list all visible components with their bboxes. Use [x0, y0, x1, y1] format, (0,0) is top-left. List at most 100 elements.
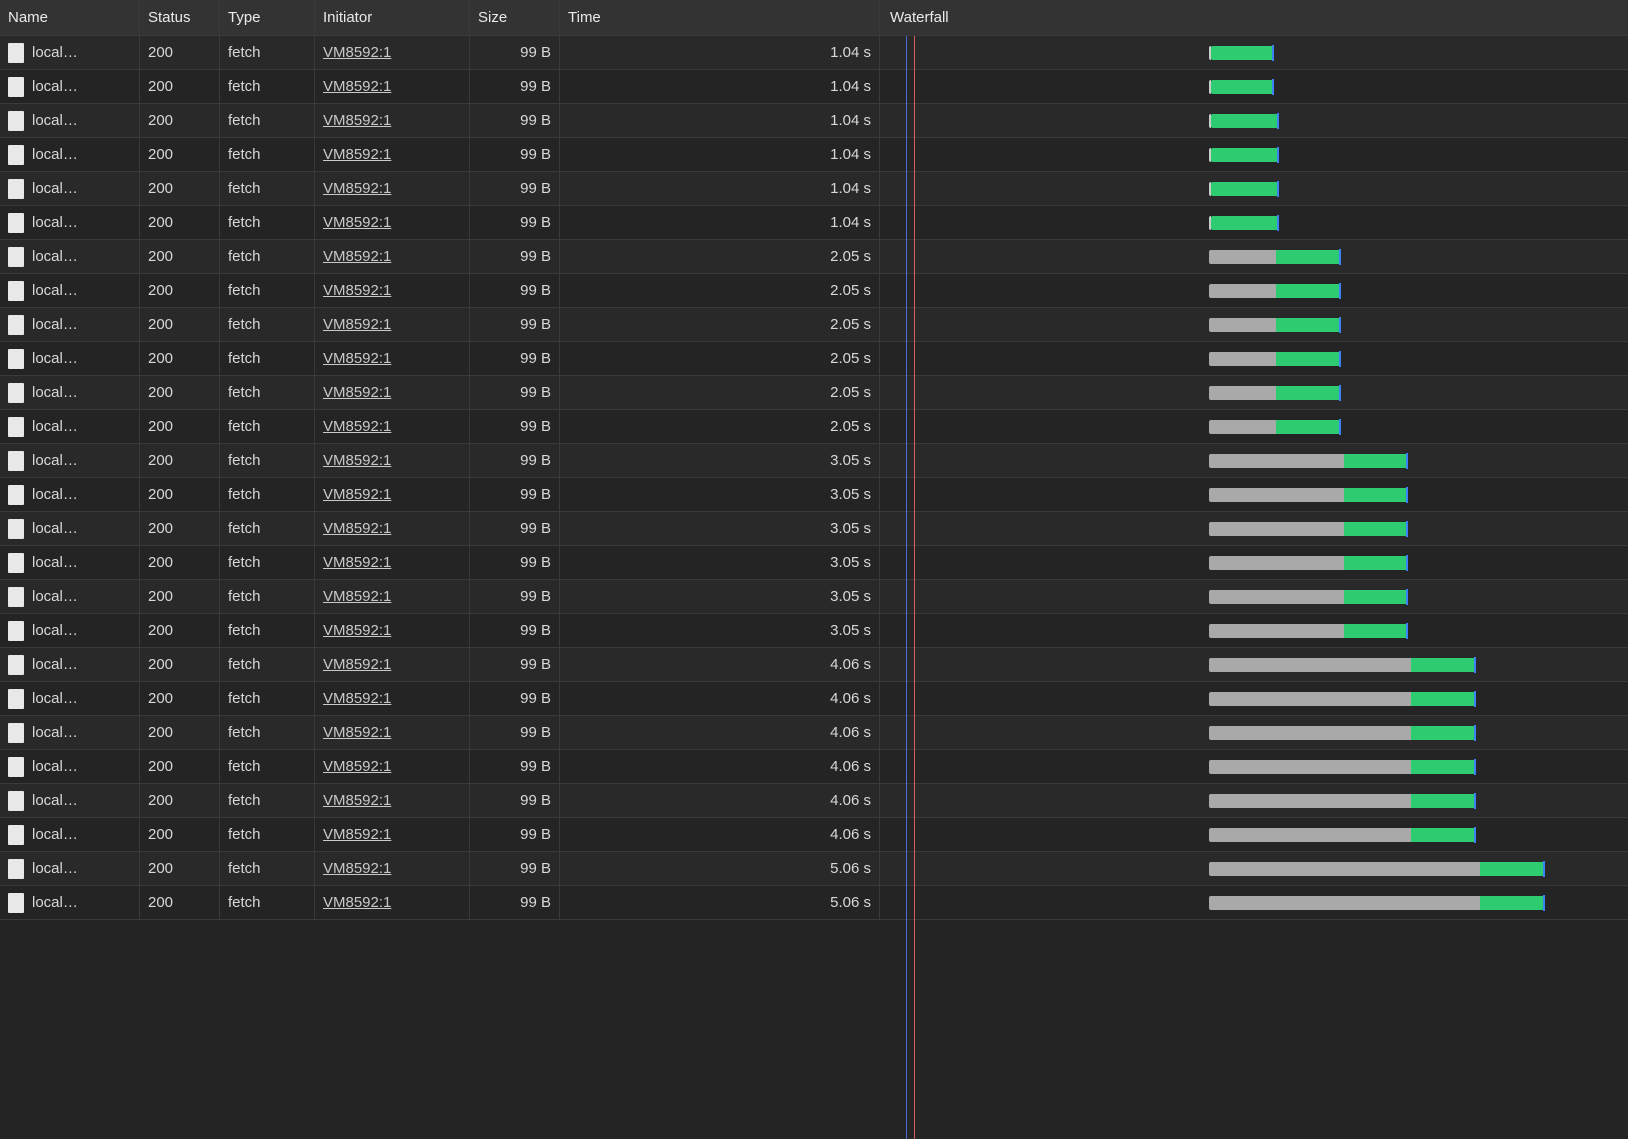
waterfall-bar[interactable]: [1209, 148, 1278, 162]
initiator-link[interactable]: VM8592:1: [323, 452, 391, 469]
waterfall-bar[interactable]: [1209, 692, 1475, 706]
initiator-link[interactable]: VM8592:1: [323, 588, 391, 605]
table-row[interactable]: local… 200 fetch VM8592:1 99 B 2.05 s: [0, 308, 1628, 342]
cell-name[interactable]: local…: [0, 852, 140, 885]
waterfall-bar[interactable]: [1209, 522, 1407, 536]
waterfall-bar[interactable]: [1209, 658, 1475, 672]
cell-name[interactable]: local…: [0, 784, 140, 817]
table-row[interactable]: local… 200 fetch VM8592:1 99 B 3.05 s: [0, 614, 1628, 648]
waterfall-bar[interactable]: [1209, 386, 1340, 400]
col-header-type[interactable]: Type: [220, 0, 315, 35]
cell-name[interactable]: local…: [0, 240, 140, 273]
waterfall-bar[interactable]: [1209, 284, 1340, 298]
cell-waterfall[interactable]: [880, 36, 1628, 69]
table-row[interactable]: local… 200 fetch VM8592:1 99 B 2.05 s: [0, 240, 1628, 274]
cell-name[interactable]: local…: [0, 716, 140, 749]
waterfall-bar[interactable]: [1209, 862, 1544, 876]
initiator-link[interactable]: VM8592:1: [323, 248, 391, 265]
col-header-waterfall[interactable]: Waterfall: [880, 0, 1628, 35]
waterfall-bar[interactable]: [1209, 80, 1273, 94]
col-header-time[interactable]: Time: [560, 0, 880, 35]
initiator-link[interactable]: VM8592:1: [323, 894, 391, 911]
cell-waterfall[interactable]: [880, 886, 1628, 919]
cell-name[interactable]: local…: [0, 614, 140, 647]
cell-waterfall[interactable]: [880, 376, 1628, 409]
waterfall-bar[interactable]: [1209, 250, 1340, 264]
table-row[interactable]: local… 200 fetch VM8592:1 99 B 2.05 s: [0, 274, 1628, 308]
initiator-link[interactable]: VM8592:1: [323, 44, 391, 61]
table-row[interactable]: local… 200 fetch VM8592:1 99 B 1.04 s: [0, 206, 1628, 240]
table-row[interactable]: local… 200 fetch VM8592:1 99 B 3.05 s: [0, 580, 1628, 614]
cell-name[interactable]: local…: [0, 682, 140, 715]
cell-waterfall[interactable]: [880, 716, 1628, 749]
table-row[interactable]: local… 200 fetch VM8592:1 99 B 2.05 s: [0, 342, 1628, 376]
cell-waterfall[interactable]: [880, 70, 1628, 103]
initiator-link[interactable]: VM8592:1: [323, 112, 391, 129]
waterfall-bar[interactable]: [1209, 760, 1475, 774]
initiator-link[interactable]: VM8592:1: [323, 180, 391, 197]
table-row[interactable]: local… 200 fetch VM8592:1 99 B 4.06 s: [0, 784, 1628, 818]
table-row[interactable]: local… 200 fetch VM8592:1 99 B 4.06 s: [0, 750, 1628, 784]
cell-name[interactable]: local…: [0, 376, 140, 409]
cell-waterfall[interactable]: [880, 648, 1628, 681]
cell-name[interactable]: local…: [0, 172, 140, 205]
cell-name[interactable]: local…: [0, 512, 140, 545]
initiator-link[interactable]: VM8592:1: [323, 860, 391, 877]
col-header-status[interactable]: Status: [140, 0, 220, 35]
cell-waterfall[interactable]: [880, 444, 1628, 477]
cell-waterfall[interactable]: [880, 512, 1628, 545]
cell-waterfall[interactable]: [880, 342, 1628, 375]
initiator-link[interactable]: VM8592:1: [323, 350, 391, 367]
cell-name[interactable]: local…: [0, 206, 140, 239]
waterfall-bar[interactable]: [1209, 556, 1407, 570]
cell-waterfall[interactable]: [880, 478, 1628, 511]
waterfall-bar[interactable]: [1209, 794, 1475, 808]
waterfall-bar[interactable]: [1209, 488, 1407, 502]
waterfall-bar[interactable]: [1209, 352, 1340, 366]
waterfall-bar[interactable]: [1209, 46, 1273, 60]
cell-waterfall[interactable]: [880, 580, 1628, 613]
cell-waterfall[interactable]: [880, 784, 1628, 817]
waterfall-bar[interactable]: [1209, 590, 1407, 604]
initiator-link[interactable]: VM8592:1: [323, 418, 391, 435]
table-row[interactable]: local… 200 fetch VM8592:1 99 B 5.06 s: [0, 852, 1628, 886]
cell-name[interactable]: local…: [0, 308, 140, 341]
initiator-link[interactable]: VM8592:1: [323, 826, 391, 843]
table-row[interactable]: local… 200 fetch VM8592:1 99 B 1.04 s: [0, 172, 1628, 206]
table-row[interactable]: local… 200 fetch VM8592:1 99 B 2.05 s: [0, 376, 1628, 410]
cell-waterfall[interactable]: [880, 104, 1628, 137]
initiator-link[interactable]: VM8592:1: [323, 282, 391, 299]
cell-waterfall[interactable]: [880, 172, 1628, 205]
table-row[interactable]: local… 200 fetch VM8592:1 99 B 1.04 s: [0, 70, 1628, 104]
table-row[interactable]: local… 200 fetch VM8592:1 99 B 2.05 s: [0, 410, 1628, 444]
cell-waterfall[interactable]: [880, 682, 1628, 715]
table-row[interactable]: local… 200 fetch VM8592:1 99 B 3.05 s: [0, 546, 1628, 580]
cell-name[interactable]: local…: [0, 648, 140, 681]
table-row[interactable]: local… 200 fetch VM8592:1 99 B 4.06 s: [0, 648, 1628, 682]
cell-name[interactable]: local…: [0, 886, 140, 919]
waterfall-bar[interactable]: [1209, 454, 1407, 468]
waterfall-bar[interactable]: [1209, 624, 1407, 638]
cell-name[interactable]: local…: [0, 138, 140, 171]
cell-waterfall[interactable]: [880, 308, 1628, 341]
cell-name[interactable]: local…: [0, 818, 140, 851]
table-row[interactable]: local… 200 fetch VM8592:1 99 B 1.04 s: [0, 104, 1628, 138]
cell-name[interactable]: local…: [0, 36, 140, 69]
cell-waterfall[interactable]: [880, 546, 1628, 579]
cell-name[interactable]: local…: [0, 342, 140, 375]
cell-waterfall[interactable]: [880, 750, 1628, 783]
cell-name[interactable]: local…: [0, 750, 140, 783]
table-row[interactable]: local… 200 fetch VM8592:1 99 B 5.06 s: [0, 886, 1628, 920]
cell-waterfall[interactable]: [880, 274, 1628, 307]
waterfall-bar[interactable]: [1209, 896, 1544, 910]
initiator-link[interactable]: VM8592:1: [323, 656, 391, 673]
table-row[interactable]: local… 200 fetch VM8592:1 99 B 3.05 s: [0, 444, 1628, 478]
table-row[interactable]: local… 200 fetch VM8592:1 99 B 1.04 s: [0, 138, 1628, 172]
initiator-link[interactable]: VM8592:1: [323, 384, 391, 401]
initiator-link[interactable]: VM8592:1: [323, 486, 391, 503]
waterfall-bar[interactable]: [1209, 114, 1278, 128]
initiator-link[interactable]: VM8592:1: [323, 520, 391, 537]
initiator-link[interactable]: VM8592:1: [323, 758, 391, 775]
cell-name[interactable]: local…: [0, 410, 140, 443]
cell-name[interactable]: local…: [0, 274, 140, 307]
